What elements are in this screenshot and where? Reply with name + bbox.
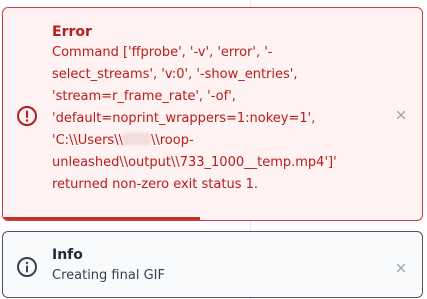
info-toast: Info Creating final GIF (2, 231, 423, 298)
info-close-button[interactable] (393, 260, 409, 276)
info-circle-icon (16, 256, 38, 278)
info-toast-title: Info (52, 247, 83, 263)
error-timer-track (3, 217, 422, 220)
error-timer-progress-bar (3, 217, 200, 220)
info-toast-content: Info Creating final GIF (52, 245, 382, 287)
error-toast: Error Command ['ffprobe', '-v', 'error',… (2, 7, 423, 221)
close-icon (396, 110, 406, 120)
error-close-button[interactable] (393, 107, 409, 123)
alert-circle-icon (16, 105, 38, 127)
error-toast-title: Error (52, 24, 92, 40)
close-icon (396, 263, 406, 273)
error-toast-message: Command ['ffprobe', '-v', 'error', '- se… (52, 42, 382, 196)
error-toast-content: Error Command ['ffprobe', '-v', 'error',… (52, 22, 382, 196)
redacted-username (122, 133, 151, 145)
info-toast-message: Creating final GIF (52, 268, 165, 283)
